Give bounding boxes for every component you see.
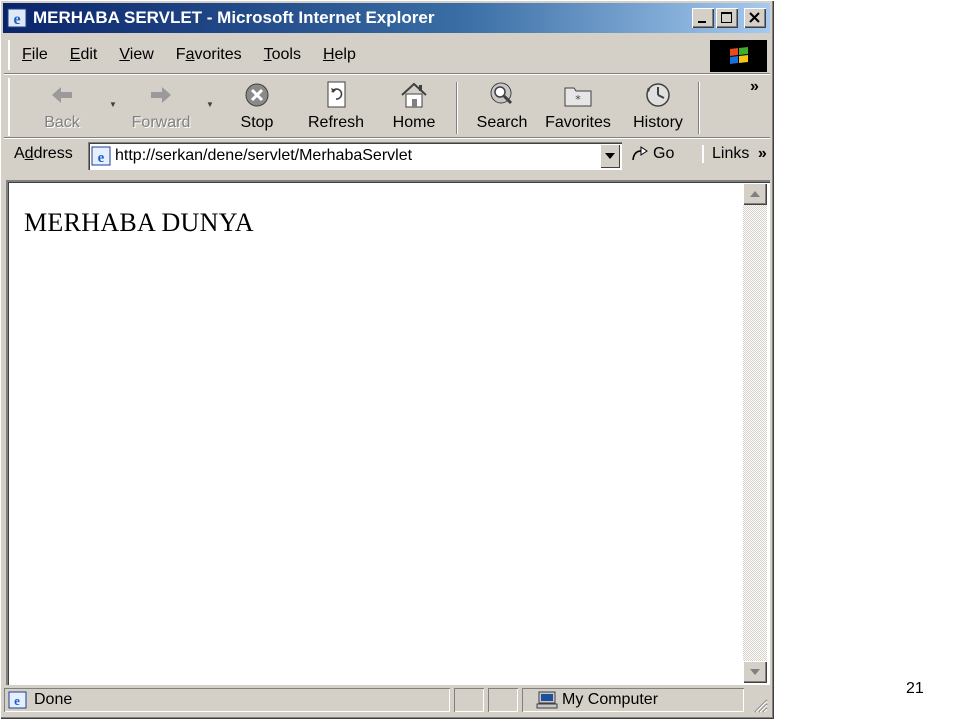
toolbar-more-chevron-icon[interactable]: » <box>750 78 759 96</box>
menu-favorites[interactable]: Favorites <box>164 46 252 64</box>
standard-toolbar: Back ▼ Forward ▼ Stop Refresh Home Searc… <box>8 78 700 136</box>
menu-edit[interactable]: Edit <box>58 46 108 64</box>
address-url: http://serkan/dene/servlet/MerhabaServle… <box>115 147 413 164</box>
maximize-icon <box>721 12 732 23</box>
search-button[interactable]: Search <box>470 78 534 136</box>
minimize-button[interactable] <box>692 8 714 28</box>
status-text: Done <box>34 691 73 708</box>
page-status-icon: e <box>8 691 27 709</box>
forward-button[interactable]: Forward <box>126 78 196 136</box>
windows-flag-icon <box>729 47 748 64</box>
status-pane-1 <box>454 688 484 712</box>
menu-help[interactable]: Help <box>311 46 366 64</box>
window-title: MERHABA SERVLET - Microsoft Internet Exp… <box>33 8 435 27</box>
toolbar-separator <box>456 82 458 134</box>
stop-icon <box>245 83 269 107</box>
chevron-down-icon <box>605 153 615 159</box>
address-label: Address <box>14 145 73 162</box>
favorites-button[interactable]: * Favorites <box>542 78 614 136</box>
resize-grip-icon[interactable] <box>752 697 768 713</box>
address-input[interactable]: e http://serkan/dene/servlet/MerhabaServ… <box>88 142 622 170</box>
svg-text:e: e <box>98 150 105 166</box>
back-arrow-icon <box>52 87 72 103</box>
toolbar-end-separator <box>698 82 700 134</box>
forward-dropdown-icon[interactable]: ▼ <box>206 100 214 109</box>
stop-button[interactable]: Stop <box>232 78 282 136</box>
close-icon <box>749 12 760 23</box>
my-computer-icon <box>536 691 558 709</box>
links-more-chevron-icon: » <box>757 145 767 162</box>
menu-file[interactable]: File <box>10 46 58 64</box>
status-bar: e Done My Computer <box>4 687 770 715</box>
refresh-button[interactable]: Refresh <box>300 78 372 136</box>
svg-text:e: e <box>13 11 20 28</box>
page-heading: MERHABA DUNYA <box>24 208 254 237</box>
refresh-icon <box>327 81 346 108</box>
address-bar: Address e http://serkan/dene/servlet/Mer… <box>8 141 768 171</box>
home-icon <box>401 82 427 108</box>
page-content: MERHABA DUNYA <box>6 180 770 685</box>
page-ie-icon: e <box>91 146 111 166</box>
scroll-down-button[interactable] <box>743 661 767 683</box>
scroll-down-arrow-icon <box>750 669 760 675</box>
go-arrow-icon <box>632 146 648 161</box>
vertical-scrollbar[interactable] <box>743 183 767 683</box>
back-dropdown-icon[interactable]: ▼ <box>109 100 117 109</box>
menu-tools[interactable]: Tools <box>252 46 311 64</box>
scroll-up-button[interactable] <box>743 183 767 205</box>
svg-text:*: * <box>575 93 581 106</box>
svg-text:e: e <box>14 693 20 708</box>
back-button[interactable]: Back <box>32 78 92 136</box>
search-icon <box>490 82 513 105</box>
links-toolbar[interactable]: Links » <box>702 145 767 163</box>
windows-logo <box>710 40 767 72</box>
slide-number: 21 <box>906 680 924 697</box>
address-dropdown-button[interactable] <box>600 144 620 168</box>
favorites-folder-icon: * <box>564 87 592 107</box>
scroll-up-arrow-icon <box>750 191 760 197</box>
home-button[interactable]: Home <box>386 78 442 136</box>
menu-separator <box>4 73 770 75</box>
security-zone-pane: My Computer <box>522 688 744 712</box>
menu-view[interactable]: View <box>107 46 163 64</box>
ie-logo-icon: e <box>7 8 27 28</box>
status-text-pane: e Done <box>4 688 450 712</box>
history-button[interactable]: History <box>628 78 688 136</box>
zone-text: My Computer <box>562 691 659 708</box>
browser-window: e MERHABA SERVLET - Microsoft Internet E… <box>0 0 774 719</box>
close-button[interactable] <box>744 8 766 28</box>
forward-arrow-icon <box>151 87 171 103</box>
status-pane-2 <box>488 688 518 712</box>
maximize-button[interactable] <box>716 8 738 28</box>
title-bar[interactable]: e MERHABA SERVLET - Microsoft Internet E… <box>3 3 770 33</box>
toolbar-separator-line <box>4 137 770 139</box>
go-button[interactable]: Go <box>630 145 674 163</box>
minimize-icon <box>698 21 706 23</box>
menu-bar: File Edit View Favorites Tools Help <box>8 40 710 70</box>
history-clock-icon <box>646 83 670 107</box>
